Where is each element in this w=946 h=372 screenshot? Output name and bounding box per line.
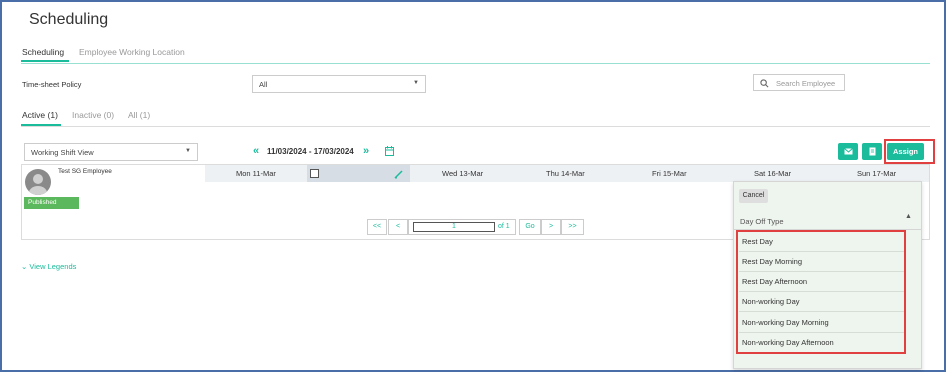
search-employee-input[interactable]: Search Employee [753,74,845,91]
day-header-sun: Sun 17-Mar [857,169,897,178]
user-icon [29,174,47,195]
pager-page-group: 1 of 1 [408,219,516,235]
day-header-mon: Mon 11-Mar [236,169,276,178]
pager-prev[interactable]: < [388,219,408,235]
tab-active[interactable]: Active (1) [22,110,58,120]
avatar [25,169,51,195]
email-button[interactable] [838,143,858,160]
tabs-divider [21,63,930,64]
cancel-button[interactable]: Cancel [739,189,768,203]
view-value: Working Shift View [31,148,94,157]
timesheet-policy-select[interactable]: All ▼ [252,75,426,93]
edit-icon[interactable] [394,170,403,179]
envelope-icon [843,148,853,155]
day-header-wed: Wed 13-Mar [442,169,484,178]
status-tabs-divider [21,126,930,127]
status-badge: Published [24,197,79,209]
tab-inactive[interactable]: Inactive (0) [72,110,114,120]
options-highlight [736,230,906,354]
caret-down-icon: ▼ [185,148,191,154]
calendar-icon[interactable] [385,146,394,156]
assign-highlight [884,139,935,164]
view-legends-label: View Legends [29,262,77,271]
day-checkbox[interactable] [310,169,319,178]
tab-scheduling-underline [21,60,69,62]
timesheet-policy-label: Time-sheet Policy [22,80,82,89]
tab-scheduling[interactable]: Scheduling [22,47,64,57]
timesheet-policy-value: All [259,80,268,89]
pager-next[interactable]: > [541,219,561,235]
chevron-down-icon: ⌄ [21,262,28,271]
collapse-icon[interactable]: ▲ [905,213,912,220]
date-range: 11/03/2024 - 17/03/2024 [267,147,354,156]
prev-week-icon[interactable]: « [253,145,259,157]
page-title: Scheduling [29,11,109,28]
employee-name[interactable]: Test SG Employee [58,168,112,175]
next-week-icon[interactable]: » [363,145,369,157]
caret-down-icon: ▼ [413,80,419,86]
search-icon [760,79,769,88]
pager-go[interactable]: Go [519,219,541,235]
search-placeholder: Search Employee [776,79,836,88]
view-select[interactable]: Working Shift View ▼ [24,143,198,161]
tab-employee-working-location[interactable]: Employee Working Location [79,47,185,57]
pager-page-input[interactable]: 1 [413,222,495,232]
pager-first[interactable]: << [367,219,387,235]
day-header-sat: Sat 16-Mar [754,169,792,178]
pager-last[interactable]: >> [561,219,584,235]
document-icon [869,147,875,156]
tab-all[interactable]: All (1) [128,110,150,120]
print-button[interactable] [862,143,882,160]
day-header-thu: Thu 14-Mar [546,169,585,178]
day-header-fri: Fri 15-Mar [652,169,687,178]
day-off-type-header: Day Off Type [740,217,784,226]
view-legends-link[interactable]: ⌄ View Legends [21,262,76,271]
pager-of-total: of 1 [498,223,510,230]
